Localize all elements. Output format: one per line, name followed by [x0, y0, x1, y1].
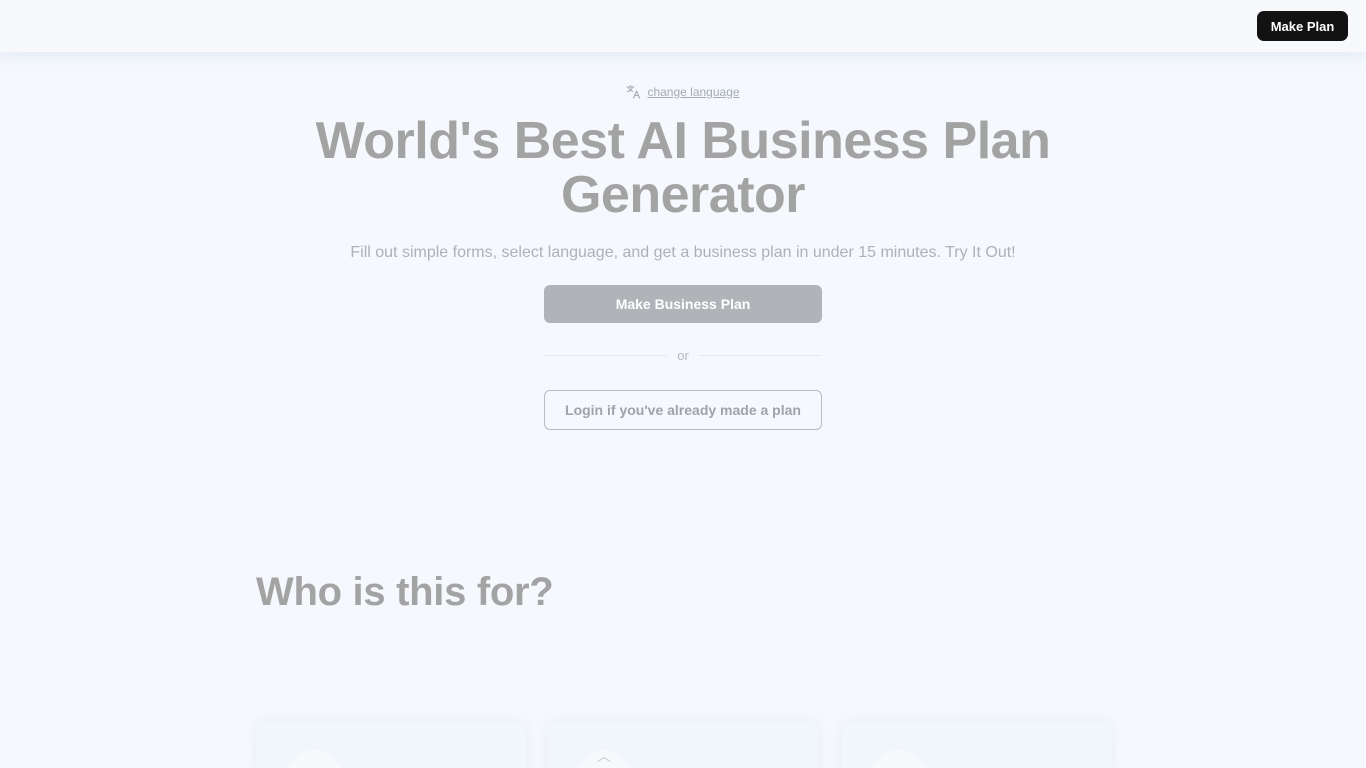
divider-text: or: [677, 347, 689, 363]
card-icon: [286, 750, 342, 768]
who-is-this-for-title: Who is this for?: [256, 570, 554, 614]
translate-icon: [626, 84, 641, 99]
chevron-up-icon: ︿: [597, 748, 611, 764]
hero-title: World's Best AI Business Plan Generator: [315, 112, 1051, 224]
audience-card[interactable]: ︿: [548, 722, 818, 768]
make-business-plan-button[interactable]: Make Business Plan: [544, 285, 822, 323]
audience-card[interactable]: [256, 722, 526, 768]
divider-line-left: [544, 354, 668, 356]
hero-subtitle: Fill out simple forms, select language, …: [350, 244, 1016, 261]
card-icon: [870, 750, 926, 768]
change-language-link[interactable]: change language: [647, 85, 739, 99]
divider-line-right: [698, 354, 822, 356]
or-divider: or: [544, 346, 822, 364]
audience-card[interactable]: [842, 722, 1112, 768]
login-button[interactable]: Login if you've already made a plan: [544, 390, 822, 430]
make-plan-button[interactable]: Make Plan: [1257, 11, 1348, 41]
language-switcher[interactable]: change language: [0, 84, 1366, 99]
top-navbar: Make Plan: [0, 0, 1366, 52]
